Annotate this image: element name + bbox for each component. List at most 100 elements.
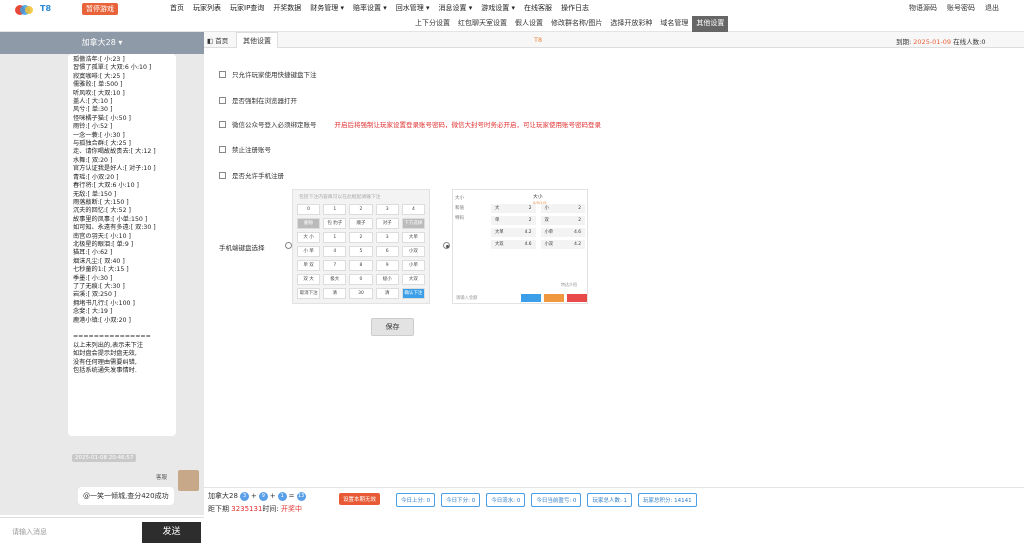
nav-source[interactable]: 物语源码	[909, 3, 937, 13]
bet-line: 鹿港小镇:[ 小双:20 ]	[73, 316, 131, 324]
keyboard-key: 8	[349, 260, 373, 271]
nav-messages[interactable]: 消息设置 ▾	[439, 3, 473, 13]
subnav-lotteries[interactable]: 选择开放彩种	[606, 16, 656, 32]
odds-cell: 单2	[491, 216, 536, 225]
subnav-bots[interactable]: 假人设置	[511, 16, 547, 32]
stat-up: 今日上分: 0	[396, 493, 436, 507]
keyboard-preview-2: 大小 和值 特码 大小 0/5/1/5 大 2 小 2 单 2 双 2 大单 4.2 小单 4.6 大双 4.…	[452, 189, 588, 304]
stat-points: 玩家总积分: 14141	[638, 493, 697, 507]
keyboard-key: 1	[323, 204, 347, 215]
next-period: 距下期 3235131时间: 开奖中	[208, 505, 303, 513]
keyboard-key: 双 大	[297, 274, 321, 285]
subnav-domain[interactable]: 域名管理	[656, 16, 692, 32]
nav-players[interactable]: 玩家列表	[193, 3, 221, 13]
bet-line: 一念一蓑:[ 小:30 ]	[73, 131, 125, 139]
odds-cell: 小单 4.6	[540, 228, 585, 237]
keyboard-key: 对子	[375, 218, 399, 229]
bet-line: 南宫の羽天:[ 小:10 ]	[73, 232, 131, 240]
keyboard-radio-1[interactable]	[285, 242, 292, 249]
subnav-redpacket[interactable]: 红包聊天室设置	[454, 16, 511, 32]
nav-rebate[interactable]: 回水管理 ▾	[396, 3, 430, 13]
keyboard-key: 4	[401, 204, 425, 215]
keyboard-key: 3	[375, 232, 399, 243]
keyboard-key: 2	[349, 232, 373, 243]
keyboard-key: 0	[297, 204, 321, 215]
bet-list-message: 孤傲浩年:[ 小:23 ] 習慣了孤單:[ 大双:6 小:10 ] 寂寞咖啡:[ 大…	[68, 54, 176, 436]
checkbox[interactable]	[219, 70, 226, 78]
bet-line: 拥堵书几行:[ 小:100 ]	[73, 299, 135, 307]
option-phone-register[interactable]: 是否允许手机注册	[219, 170, 284, 180]
save-button[interactable]: 保存	[371, 318, 414, 336]
primary-nav: 首页 玩家列表 玩家IP查询 开奖数据 财务管理 ▾ 赔率设置 ▾ 回水管理 ▾…	[170, 3, 589, 13]
bet-line	[73, 325, 171, 333]
chat-game-selector[interactable]: 加拿大28 ▾	[0, 32, 204, 54]
logo-icon	[15, 5, 33, 15]
bet-line: 猫耳:[ 小:62 ]	[73, 249, 113, 257]
nav-ip-query[interactable]: 玩家IP查询	[230, 3, 264, 13]
send-button[interactable]: 发送	[142, 522, 201, 543]
option-wechat-bind[interactable]: 微信公众号登入必须绑定账号 开启后将强制让玩家设置登录账号密码，微信大封号时务必开…	[219, 119, 601, 129]
nav-logout[interactable]: 退出	[985, 3, 999, 13]
keyboard-key: 小单	[401, 260, 425, 271]
bet-line: 包括系统通失发事情时.	[73, 367, 137, 375]
subnav-other[interactable]: 其他设置	[692, 16, 729, 32]
nav-account[interactable]: 账号密码	[947, 3, 975, 13]
keyboard-radio-2[interactable]	[443, 242, 450, 249]
set-invalid-button[interactable]: 设置本期无效	[339, 493, 381, 505]
checkbox[interactable]	[219, 171, 226, 179]
keyboard-key: 2	[349, 204, 373, 215]
subnav-group[interactable]: 修改群名称/图片	[547, 16, 606, 32]
settings-panel: ◧ 首页 其他设置 T8 到期: 2025-01-09 在线人数:0 只允许玩家…	[204, 32, 1024, 487]
pause-game-button[interactable]: 暂停游戏	[82, 3, 118, 15]
odds-cell: 大单 4.2	[491, 228, 536, 237]
tab-other-settings[interactable]: 其他设置	[236, 32, 278, 48]
keyboard-key: 单 双	[297, 260, 321, 271]
subnav-score[interactable]: 上下分设置	[411, 16, 454, 32]
message-timestamp: 2025-01-08 20:46:57	[72, 454, 137, 462]
keyboard-key: 下方选择	[401, 218, 425, 229]
brand-name: T8	[40, 4, 52, 13]
bet-line: 无敌:[ 单:150 ]	[73, 190, 117, 198]
checkbox[interactable]	[219, 96, 226, 104]
keyboard-key: 4	[323, 246, 347, 257]
bet-line: 七秒童的1:[ 大:15 ]	[73, 266, 129, 274]
keyboard-key: 包 豹子	[323, 218, 347, 229]
bet-line: 如可知、永遠有多遠:[ 双:30 ]	[73, 224, 156, 232]
bet-line: 怪咪橘子猫:[ 小:50 ]	[73, 114, 131, 122]
keyboard-key: 30	[349, 288, 373, 299]
keyboard-key: 取消下注	[297, 288, 321, 299]
keyboard-key: 确认下注	[401, 288, 425, 299]
option-force-browser[interactable]: 是否强制在浏览器打开	[219, 95, 297, 105]
nav-finance[interactable]: 财务管理 ▾	[310, 3, 344, 13]
keyboard-key: 顺子	[349, 218, 373, 229]
bet-line: 念斐:[ 大:19 ]	[73, 308, 113, 316]
stat-pnl: 今日当前盈亏: 0	[531, 493, 582, 507]
reply-message: @一笑一倾城,查分420成功	[78, 487, 174, 505]
option-quick-keyboard[interactable]: 只允许玩家使用快捷键盘下注	[219, 69, 317, 79]
bet-line: 儒雅败:[ 单:500 ]	[73, 81, 123, 89]
keyboard-key: 极大	[323, 274, 347, 285]
nav-home[interactable]: 首页	[170, 3, 184, 13]
nav-support[interactable]: 在线客服	[524, 3, 552, 13]
option-disable-register[interactable]: 禁止注册账号	[219, 144, 271, 154]
checkbox[interactable]	[219, 120, 226, 128]
top-bar: T8 暂停游戏 首页 玩家列表 玩家IP查询 开奖数据 财务管理 ▾ 赔率设置 …	[0, 0, 1024, 32]
bet-line: ===============	[73, 333, 151, 341]
nav-game-settings[interactable]: 游戏设置 ▾	[481, 3, 515, 13]
nav-lottery-data[interactable]: 开奖数据	[273, 3, 301, 13]
keyboard-key: 大单	[401, 232, 425, 243]
bet-line: 故事里的凤事:[ 小单:150 ]	[73, 215, 148, 223]
tab-home[interactable]: ◧ 首页	[207, 35, 228, 45]
expiry-info: 到期: 2025-01-09 在线人数:0	[896, 38, 986, 46]
checkbox[interactable]	[219, 145, 226, 153]
stat-down: 今日下分: 0	[441, 493, 481, 507]
message-input[interactable]: 请输入消息	[12, 527, 47, 537]
keyboard-preview-1: 包括下注内容再可以在此框起请输下注 0 1 2 3 4 删除包 豹子 顺子 对子 下方选择大 小…	[292, 189, 430, 304]
secondary-nav: 上下分设置 红包聊天室设置 假人设置 修改群名称/图片 选择开放彩种 域名管理 …	[411, 16, 729, 32]
last-draw: 加拿大28 3 +9 +1 = 13	[208, 491, 306, 501]
nav-logs[interactable]: 操作日志	[561, 3, 589, 13]
nav-odds[interactable]: 赔率设置 ▾	[353, 3, 387, 13]
odds-cell: 双2	[540, 216, 585, 225]
odds-cell: 大2	[491, 204, 536, 213]
keyboard-label: 手机端键盘选择	[219, 244, 265, 252]
